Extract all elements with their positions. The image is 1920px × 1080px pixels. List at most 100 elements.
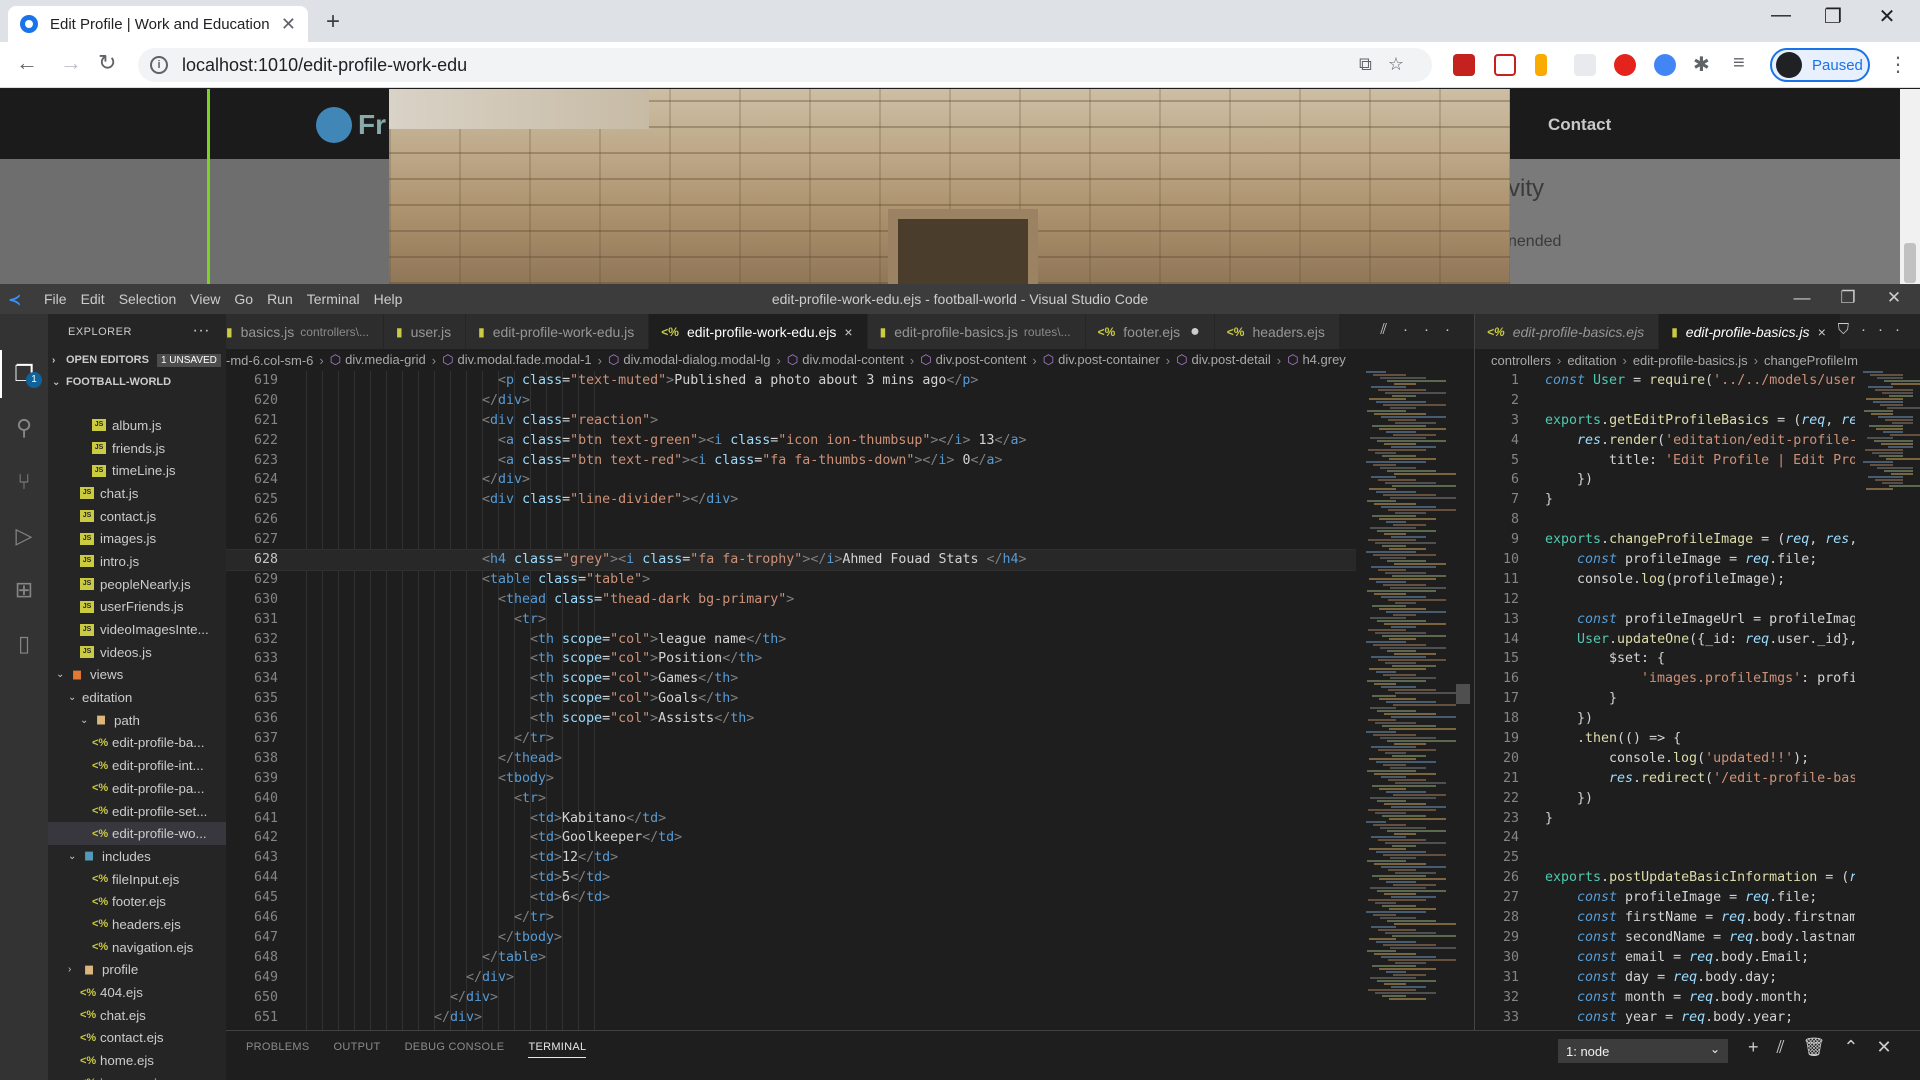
editor-tab[interactable]: ▮ edit-profile-work-edu.js (466, 314, 650, 349)
vscode-close-button[interactable]: ✕ (1874, 288, 1914, 308)
tree-item[interactable]: ⌄ editation (48, 686, 226, 709)
breadcrumb-item[interactable]: ⬡ h4.grey (1287, 352, 1346, 368)
tree-item[interactable]: JS timeLine.js (48, 459, 226, 482)
nav-contact-link[interactable]: Contact (1548, 115, 1611, 135)
extensions-puzzle-icon[interactable]: ✱ (1693, 52, 1710, 77)
extension-icon-3[interactable] (1654, 54, 1676, 76)
tree-item[interactable]: <% edit-profile-ba... (48, 732, 226, 755)
run-debug-icon[interactable]: ▷ (12, 524, 36, 548)
tree-item[interactable]: <% edit-profile-wo... (48, 822, 226, 846)
adblock-extension-icon[interactable] (1614, 54, 1636, 76)
tree-item[interactable]: › ▆ profile (48, 959, 226, 982)
tree-item[interactable]: <% edit-profile-set... (48, 800, 226, 823)
breadcrumb-item[interactable]: changeProfileIm (1764, 353, 1858, 368)
vscode-minimize-button[interactable]: — (1782, 288, 1822, 308)
extension-icon[interactable] (1535, 54, 1547, 76)
menu-go[interactable]: Go (234, 291, 253, 307)
editor-tab[interactable]: <% headers.ejs (1214, 314, 1340, 349)
pocket-extension-icon[interactable] (1494, 54, 1516, 76)
scrollbar-thumb[interactable] (1904, 243, 1916, 283)
editor-tab[interactable]: ▮ basics.js controllers\... (226, 314, 384, 349)
remote-explorer-icon[interactable]: ▯ (12, 632, 36, 656)
tree-item[interactable]: <% 404.ejs (48, 981, 226, 1004)
breadcrumb-item[interactable]: -md-6.col-sm-6 (226, 353, 313, 368)
breadcrumb-item[interactable]: ⬡ div.modal.fade.modal-1 (442, 352, 592, 368)
tree-item[interactable]: <% footer.ejs (48, 890, 226, 913)
close-window-button[interactable]: ✕ (1864, 4, 1910, 29)
tree-item[interactable]: JS friends.js (48, 437, 226, 460)
site-info-icon[interactable]: i (150, 56, 168, 74)
tree-item[interactable]: ⌄ ▆ includes (48, 845, 226, 868)
tree-item[interactable]: JS intro.js (48, 550, 226, 573)
breadcrumb-item[interactable]: edit-profile-basics.js (1633, 353, 1748, 368)
forward-arrow-icon[interactable]: → (60, 50, 82, 76)
close-icon[interactable]: × (1818, 324, 1826, 340)
code-editor-2[interactable]: 1 const User = require('../../models/user… (1475, 371, 1855, 1030)
tree-item[interactable]: JS userFriends.js (48, 596, 226, 619)
editor-tab[interactable]: ▮ edit-profile-basics.js × (1659, 314, 1841, 349)
maximize-window-button[interactable]: ❐ (1810, 4, 1856, 29)
tree-item[interactable]: JS videos.js (48, 641, 226, 664)
breadcrumb-item[interactable]: ⬡ div.post-detail (1176, 352, 1271, 368)
profile-paused-button[interactable]: Paused (1770, 48, 1870, 82)
reading-list-icon[interactable]: ≡ (1733, 52, 1745, 75)
panel-tab-terminal[interactable]: TERMINAL (528, 1041, 587, 1058)
editor-tab[interactable]: <% edit-profile-basics.ejs (1475, 314, 1660, 349)
tree-item[interactable]: <% edit-profile-pa... (48, 777, 226, 800)
search-icon[interactable]: ⚲ (12, 416, 36, 440)
tree-item[interactable]: JS videoImagesInte... (48, 618, 226, 641)
close-icon[interactable]: × (844, 324, 852, 340)
translate-bookmark-icons[interactable]: ⧉☆ (1359, 54, 1420, 75)
menu-edit[interactable]: Edit (81, 291, 105, 307)
menu-selection[interactable]: Selection (119, 291, 177, 307)
editor-tab[interactable]: ▮ user.js (384, 314, 467, 349)
code-editor-1[interactable]: 619 <p class="text-muted">Published a pho… (226, 371, 1356, 1030)
minimap-scroll-thumb[interactable] (1456, 684, 1470, 704)
page-scrollbar[interactable] (1900, 89, 1920, 284)
chrome-menu-icon[interactable]: ⋮ (1888, 52, 1908, 77)
tree-item[interactable]: <% navigation.ejs (48, 936, 226, 959)
close-tab-icon[interactable]: ✕ (281, 14, 296, 35)
unsaved-dot-icon[interactable]: ● (1190, 323, 1200, 341)
minimap-1[interactable] (1366, 371, 1466, 1030)
back-arrow-icon[interactable]: ← (16, 50, 38, 76)
split-editor-more-icons[interactable]: ⫽··· (1380, 321, 1466, 338)
tree-item[interactable]: ⌄ ▆ views (48, 664, 226, 687)
breadcrumb-item[interactable]: editation (1567, 353, 1616, 368)
minimize-window-button[interactable]: — (1758, 4, 1804, 27)
editor2-more-icons[interactable]: ⛉··· (1838, 321, 1912, 338)
panel-tab-debug-console[interactable]: DEBUG CONSOLE (405, 1041, 505, 1058)
minimap-2[interactable] (1863, 371, 1920, 1030)
breadcrumb-item[interactable]: ⬡ div.modal-content (787, 352, 904, 368)
breadcrumb-item[interactable]: ⬡ div.post-content (920, 352, 1026, 368)
breadcrumb-item[interactable]: ⬡ div.post-container (1043, 352, 1160, 368)
panel-tab-problems[interactable]: PROBLEMS (246, 1041, 310, 1058)
more-actions-icon[interactable]: ··· (193, 322, 210, 340)
breadcrumb-item[interactable]: ⬡ div.modal-dialog.modal-lg (608, 352, 771, 368)
tree-item[interactable]: <% home.ejs (48, 1049, 226, 1072)
terminal-select[interactable]: 1: node ⌄ (1558, 1039, 1728, 1063)
tree-item[interactable]: JS chat.js (48, 482, 226, 505)
project-section[interactable]: ⌄ FOOTBALL-WORLD (48, 371, 226, 393)
extension-icon-2[interactable] (1574, 54, 1596, 76)
tree-item[interactable]: <% headers.ejs (48, 913, 226, 936)
breadcrumb-item[interactable]: controllers (1491, 353, 1551, 368)
vscode-restore-button[interactable]: ❐ (1828, 288, 1868, 308)
address-bar[interactable]: i localhost:1010/edit-profile-work-edu ⧉… (138, 48, 1432, 82)
reload-icon[interactable]: ↻ (98, 50, 116, 76)
tree-item[interactable]: <%images.ejs (48, 1072, 226, 1080)
panel-tab-output[interactable]: OUTPUT (334, 1041, 381, 1058)
menu-file[interactable]: File (44, 291, 67, 307)
open-editors-section[interactable]: › OPEN EDITORS 1 UNSAVED (48, 349, 226, 371)
menu-help[interactable]: Help (374, 291, 403, 307)
tree-item[interactable]: JS album.js (48, 414, 226, 437)
tree-item[interactable]: ⌄ ▆ path (48, 709, 226, 732)
editor-tab[interactable]: ▮ edit-profile-basics.js routes\... (867, 314, 1086, 349)
pdf-extension-icon[interactable] (1453, 54, 1475, 76)
editor-tab[interactable]: <% edit-profile-work-edu.ejs × (649, 314, 868, 349)
tree-item[interactable]: <% edit-profile-int... (48, 754, 226, 777)
editor-tab[interactable]: <% footer.ejs ● (1085, 314, 1215, 349)
extensions-icon[interactable]: ⊞ (12, 578, 36, 602)
menu-view[interactable]: View (190, 291, 220, 307)
browser-tab[interactable]: Edit Profile | Work and Education ✕ (8, 6, 308, 42)
